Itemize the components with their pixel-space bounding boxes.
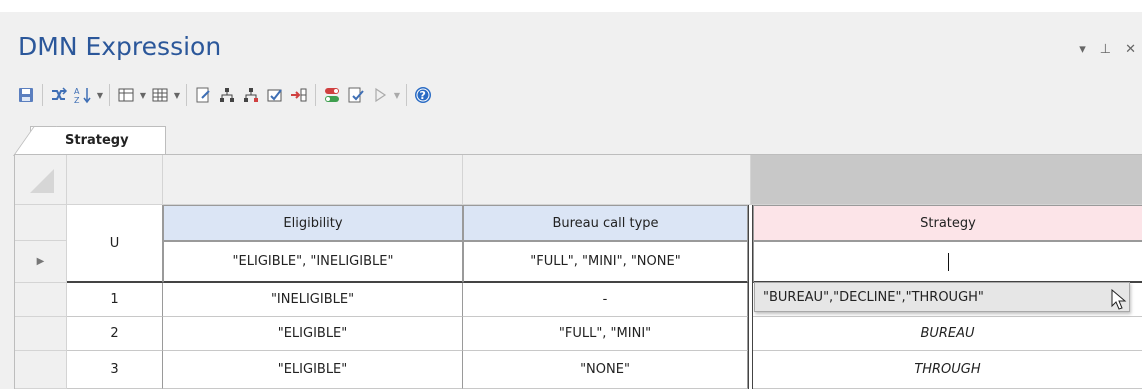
help-icon[interactable]: ? [411, 83, 435, 107]
window-title: DMN Expression [18, 32, 222, 61]
rule-output-cell[interactable]: BUREAU [753, 317, 1142, 351]
rule-number-text: 3 [110, 362, 119, 377]
input-name: Eligibility [283, 215, 343, 231]
column-header[interactable] [751, 155, 1142, 205]
toolbar-separator [42, 84, 43, 106]
row-header-current[interactable]: ▶ [15, 241, 67, 283]
toolbar-separator [186, 84, 187, 106]
save-icon[interactable] [14, 83, 38, 107]
hierarchy-icon[interactable] [215, 83, 239, 107]
play-icon[interactable] [368, 83, 392, 107]
svg-text:A: A [74, 87, 80, 96]
rule-number-text: 1 [110, 292, 119, 307]
tab-strategy[interactable]: Strategy [30, 126, 166, 155]
rule-cell[interactable]: - [463, 283, 748, 317]
toolbar-separator [406, 84, 407, 106]
mouse-cursor-icon [1111, 288, 1127, 315]
rule-number: 1 [67, 283, 163, 317]
allowed-values-text: "ELIGIBLE", "INELIGIBLE" [232, 254, 394, 269]
shuffle-icon[interactable] [47, 83, 71, 107]
svg-text:Z: Z [74, 96, 80, 105]
rule-cell[interactable]: "NONE" [463, 351, 748, 389]
rule-number: 2 [67, 317, 163, 351]
row-header[interactable] [15, 283, 67, 317]
rule-number-text: 2 [110, 326, 119, 341]
value-dropdown[interactable]: "BUREAU","DECLINE","THROUGH" [754, 282, 1130, 312]
close-icon[interactable]: ✕ [1125, 42, 1136, 57]
cell-text: THROUGH [914, 362, 981, 377]
insert-arrow-icon[interactable] [287, 83, 311, 107]
rule-cell[interactable]: "INELIGIBLE" [163, 283, 463, 317]
rule-cell[interactable]: "ELIGIBLE" [163, 351, 463, 389]
rule-cell[interactable]: "FULL", "MINI" [463, 317, 748, 351]
cell-text: "NONE" [580, 362, 630, 377]
dropdown-arrow-icon[interactable]: ▾ [1079, 42, 1086, 57]
chevron-down-icon[interactable]: ▼ [138, 83, 148, 107]
cell-text: - [602, 292, 608, 307]
output-name: Strategy [920, 215, 976, 231]
chevron-down-icon[interactable]: ▼ [172, 83, 182, 107]
text-cursor [947, 252, 949, 271]
cell-text: BUREAU [920, 326, 975, 341]
corner-cell[interactable] [15, 155, 67, 205]
table-columns-icon[interactable] [114, 83, 138, 107]
rule-output-cell[interactable]: THROUGH [753, 351, 1142, 389]
edit-check-icon[interactable] [263, 83, 287, 107]
cell-text: "ELIGIBLE" [277, 326, 348, 341]
sort-az-icon[interactable]: AZ [71, 83, 95, 107]
rule-number: 3 [67, 351, 163, 389]
cell-text: "INELIGIBLE" [270, 292, 355, 307]
toggle-icon[interactable] [320, 83, 344, 107]
edit-document-icon[interactable] [191, 83, 215, 107]
table-grid-icon[interactable] [148, 83, 172, 107]
toolbar-separator [109, 84, 110, 106]
input-name: Bureau call type [552, 215, 659, 231]
row-header[interactable] [15, 205, 67, 241]
cell-text: "FULL", "MINI" [558, 326, 652, 341]
pin-icon[interactable]: ⊥ [1100, 42, 1111, 57]
row-header[interactable] [15, 351, 67, 389]
rule-cell[interactable]: "ELIGIBLE" [163, 317, 463, 351]
row-header[interactable] [15, 317, 67, 351]
window-controls: ▾ ⊥ ✕ [1079, 42, 1136, 57]
validate-icon[interactable] [344, 83, 368, 107]
hierarchy-add-icon[interactable] [239, 83, 263, 107]
tab-row: Strategy [0, 120, 1142, 155]
input-allowed-values[interactable]: "ELIGIBLE", "INELIGIBLE" [163, 241, 463, 283]
chevron-down-icon[interactable]: ▼ [392, 83, 402, 107]
toolbar-separator [315, 84, 316, 106]
column-header[interactable] [463, 155, 751, 205]
dropdown-option[interactable]: "BUREAU","DECLINE","THROUGH" [763, 290, 984, 305]
top-strip [0, 0, 1142, 12]
title-bar: DMN Expression ▾ ⊥ ✕ [0, 12, 1142, 78]
chevron-down-icon[interactable]: ▼ [95, 83, 105, 107]
decision-table: ▶ U Eligibility Bureau call type Strateg… [14, 154, 1142, 389]
input-header-eligibility[interactable]: Eligibility [163, 205, 463, 241]
tab-label: Strategy [65, 133, 129, 148]
toolbar: AZ ▼ ▼ ▼ ▼ ? [14, 82, 435, 108]
input-allowed-values[interactable]: "FULL", "MINI", "NONE" [463, 241, 748, 283]
column-header[interactable] [163, 155, 463, 205]
hit-policy-label: U [109, 235, 120, 251]
output-header-strategy[interactable]: Strategy [753, 205, 1142, 241]
output-allowed-values-editor[interactable] [753, 241, 1142, 283]
cell-text: "ELIGIBLE" [277, 362, 348, 377]
column-header[interactable] [67, 155, 163, 205]
input-header-bureau-call-type[interactable]: Bureau call type [463, 205, 748, 241]
hit-policy-cell[interactable]: U [67, 205, 163, 283]
current-row-indicator-icon: ▶ [36, 256, 45, 267]
allowed-values-text: "FULL", "MINI", "NONE" [530, 254, 681, 269]
svg-text:?: ? [420, 89, 426, 102]
